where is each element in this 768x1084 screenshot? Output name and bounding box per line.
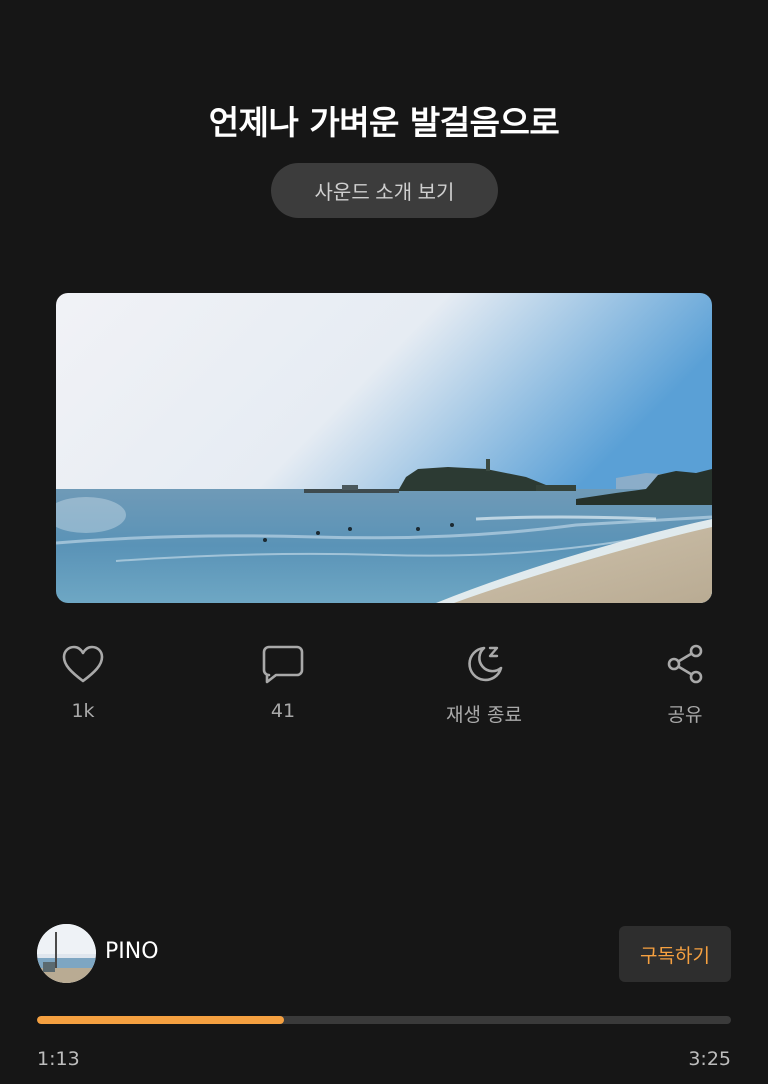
comment-icon[interactable] (259, 640, 307, 688)
cover-image (56, 293, 712, 603)
elapsed-time: 1:13 (37, 1048, 80, 1070)
avatar[interactable] (37, 924, 96, 983)
comment-action[interactable]: 41 (218, 640, 348, 722)
share-label: 공유 (667, 704, 703, 726)
artist-name[interactable]: PINO (105, 939, 159, 964)
beach-photo (56, 293, 712, 603)
progress-bar[interactable] (37, 1016, 731, 1024)
share-action[interactable]: 공유 (620, 640, 750, 727)
heart-icon[interactable] (59, 640, 107, 688)
like-count: 1k (71, 700, 95, 722)
progress-fill (37, 1016, 285, 1024)
sleep-timer-action[interactable]: 재생 종료 (419, 640, 549, 727)
sound-intro-button[interactable]: 사운드 소개 보기 (271, 163, 498, 218)
share-icon[interactable] (661, 640, 709, 688)
sleep-timer-label: 재생 종료 (446, 704, 522, 726)
page-title: 언제나 가벼운 발걸음으로 (208, 103, 560, 142)
like-action[interactable]: 1k (18, 640, 148, 722)
subscribe-button[interactable]: 구독하기 (619, 926, 731, 982)
sleep-timer-icon[interactable] (460, 640, 508, 688)
comment-count: 41 (270, 700, 296, 722)
total-duration: 3:25 (688, 1048, 731, 1070)
